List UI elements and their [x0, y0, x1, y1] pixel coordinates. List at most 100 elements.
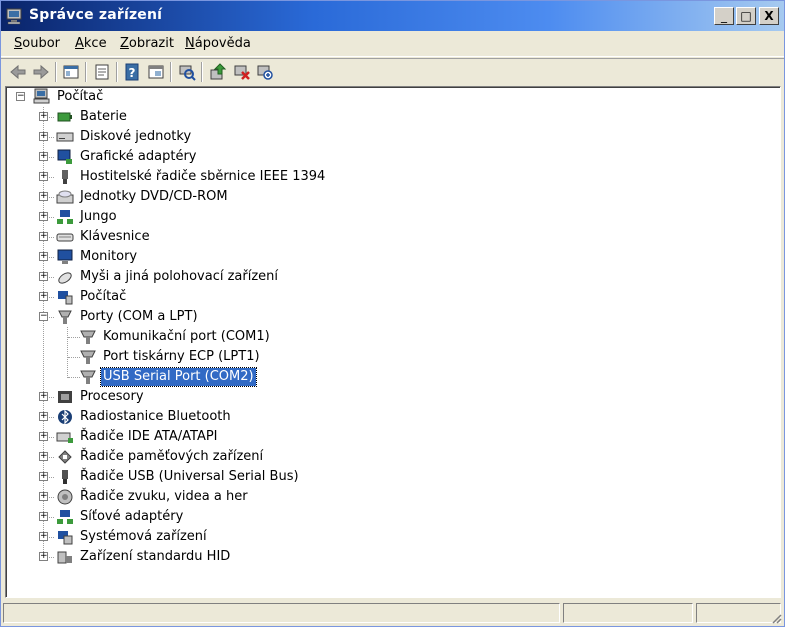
- menu-akce[interactable]: Akce: [75, 36, 107, 51]
- menu-akce-label: Akce: [75, 36, 107, 51]
- uninstall-icon[interactable]: [232, 62, 252, 82]
- device-label: Port tiskárny ECP (LPT1): [103, 349, 260, 364]
- close-button[interactable]: X: [759, 7, 779, 25]
- svg-text:?: ?: [129, 66, 136, 80]
- maximize-button[interactable]: □: [736, 7, 756, 25]
- tree-category-label: Myši a jiná polohovací zařízení: [80, 269, 279, 284]
- console-tree-icon[interactable]: [61, 62, 81, 82]
- expand-icon[interactable]: +: [39, 412, 48, 421]
- tree-category-hid[interactable]: + Zařízení standardu HID: [6, 548, 406, 566]
- network-icon: [57, 210, 73, 224]
- tree-category-network[interactable]: + Jungo: [6, 208, 406, 226]
- tree-category-ide[interactable]: + Řadiče IDE ATA/ATAPI: [6, 428, 406, 446]
- tree-category-label: Jungo: [80, 209, 117, 224]
- scan-hardware-icon[interactable]: [177, 62, 197, 82]
- network-adapter-icon: [57, 510, 73, 524]
- collapse-icon[interactable]: −: [16, 92, 25, 101]
- ide-icon: [56, 432, 73, 443]
- expand-icon[interactable]: +: [39, 252, 48, 261]
- expand-icon[interactable]: +: [39, 272, 48, 281]
- tree-category-label: Monitory: [80, 249, 138, 264]
- toolbar-separator: [55, 62, 57, 82]
- expand-icon[interactable]: +: [39, 432, 48, 441]
- expand-icon[interactable]: +: [39, 172, 48, 181]
- tree-device-node[interactable]: USB Serial Port (COM2): [6, 367, 406, 387]
- device-tree[interactable]: − Počítač + Baterie + Diskové jednotky + Graf…: [5, 86, 781, 598]
- tree-category-label: Řadiče USB (Universal Serial Bus): [80, 469, 299, 484]
- keyboard-icon: [56, 233, 74, 242]
- tree-category-port[interactable]: − Porty (COM a LPT): [6, 308, 406, 326]
- tree-category-cdrom[interactable]: + Jednotky DVD/CD-ROM: [6, 188, 406, 206]
- menu-napoveda[interactable]: Nápověda: [185, 36, 251, 51]
- expand-icon[interactable]: +: [39, 392, 48, 401]
- menu-soubor-label: Soubor: [14, 36, 61, 51]
- status-bar: [1, 600, 784, 626]
- device-label: Komunikační port (COM1): [103, 329, 270, 344]
- tree-category-label: Procesory: [80, 389, 144, 404]
- expand-icon[interactable]: +: [39, 132, 48, 141]
- bluetooth-icon: [58, 409, 72, 425]
- tree-category-storage[interactable]: + Řadiče paměťových zařízení: [6, 448, 406, 466]
- expand-icon[interactable]: +: [39, 112, 48, 121]
- tree-category-bluetooth[interactable]: + Radiostanice Bluetooth: [6, 408, 406, 426]
- title-bar[interactable]: Správce zařízení _ □ X: [1, 1, 784, 31]
- toolbar-separator: [201, 62, 203, 82]
- help-icon[interactable]: ?: [123, 62, 143, 82]
- expand-icon[interactable]: +: [39, 532, 48, 541]
- tree-category-network-adapter[interactable]: + Síťové adaptéry: [6, 508, 406, 526]
- expand-icon[interactable]: +: [39, 552, 48, 561]
- expand-icon[interactable]: +: [39, 512, 48, 521]
- expand-icon[interactable]: +: [39, 212, 48, 221]
- toolbar-separator: [116, 62, 118, 82]
- tree-category-label: Řadiče zvuku, videa a her: [80, 489, 248, 504]
- expand-icon[interactable]: +: [39, 492, 48, 501]
- resize-grip-icon[interactable]: [770, 612, 782, 624]
- tree-category-disk-drive[interactable]: + Diskové jednotky: [6, 128, 406, 146]
- expand-icon[interactable]: +: [39, 472, 48, 481]
- device-manager-icon: [6, 8, 22, 25]
- computer-icon: [33, 88, 50, 104]
- tree-category-keyboard[interactable]: + Klávesnice: [6, 228, 406, 246]
- tree-device-node[interactable]: Komunikační port (COM1): [6, 328, 406, 346]
- disable-icon[interactable]: [255, 62, 275, 82]
- expand-icon[interactable]: +: [39, 292, 48, 301]
- usb-icon: [62, 470, 68, 484]
- tree-category-firewire[interactable]: + Hostitelské řadiče sběrnice IEEE 1394: [6, 168, 406, 186]
- expand-icon[interactable]: +: [39, 152, 48, 161]
- tree-category-monitor[interactable]: + Monitory: [6, 248, 406, 266]
- update-driver-icon[interactable]: [208, 62, 228, 82]
- tree-category-processor[interactable]: + Procesory: [6, 388, 406, 406]
- selected-device-label: USB Serial Port (COM2): [100, 367, 257, 387]
- collapse-icon[interactable]: −: [39, 312, 48, 321]
- sound-icon: [57, 489, 73, 505]
- expand-icon[interactable]: +: [39, 452, 48, 461]
- back-icon[interactable]: [8, 62, 28, 82]
- tree-category-sound[interactable]: + Řadiče zvuku, videa a her: [6, 488, 406, 506]
- tree-category-system[interactable]: + Systémová zařízení: [6, 528, 406, 546]
- tree-category-usb[interactable]: + Řadiče USB (Universal Serial Bus): [6, 468, 406, 486]
- port-icon: [58, 310, 72, 324]
- tree-category-battery[interactable]: + Baterie: [6, 108, 406, 126]
- port-icon: [80, 350, 96, 364]
- menu-soubor[interactable]: Soubor: [14, 36, 60, 51]
- port-icon: [80, 370, 96, 384]
- firewire-icon: [62, 170, 68, 184]
- minimize-button[interactable]: _: [714, 7, 734, 25]
- tree-category-display-adapter[interactable]: + Grafické adaptéry: [6, 148, 406, 166]
- expand-icon[interactable]: +: [39, 232, 48, 241]
- tree-root-label: Počítač: [57, 89, 104, 104]
- properties-icon[interactable]: [92, 62, 112, 82]
- menu-zobrazit-label: Zobrazit: [120, 36, 174, 51]
- toolbar-separator: [170, 62, 172, 82]
- tree-root-node[interactable]: − Počítač: [6, 88, 306, 106]
- forward-icon[interactable]: [31, 62, 51, 82]
- tree-device-node[interactable]: Port tiskárny ECP (LPT1): [6, 348, 406, 366]
- tree-category-mouse[interactable]: + Myši a jiná polohovací zařízení: [6, 268, 406, 286]
- expand-icon[interactable]: +: [39, 192, 48, 201]
- menu-zobrazit[interactable]: Zobrazit: [120, 36, 174, 51]
- computer-icon: [58, 291, 73, 305]
- view-icon[interactable]: [146, 62, 166, 82]
- tree-category-computer[interactable]: + Počítač: [6, 288, 406, 306]
- tree-category-label: Síťové adaptéry: [80, 509, 184, 524]
- tree-category-label: Porty (COM a LPT): [80, 309, 198, 324]
